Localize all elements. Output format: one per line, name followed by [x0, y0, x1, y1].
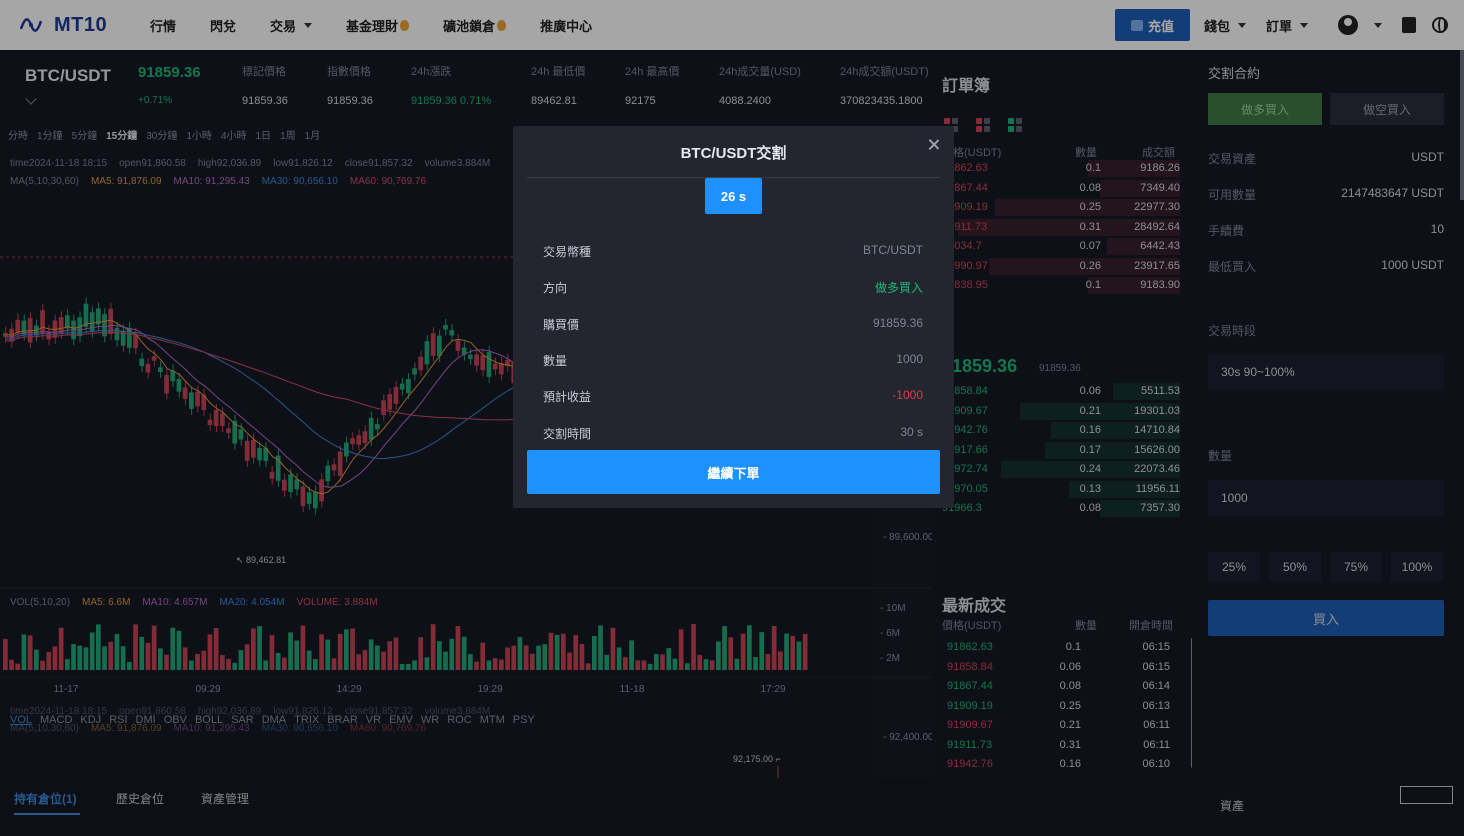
detail-value: BTC/USDT — [863, 243, 923, 257]
detail-label: 預計收益 — [543, 390, 592, 405]
app: MT10 行情 閃兌 交易 基金理財 礦池鎖倉 推廣中心 充值 錢包 訂單 BTC/USD… — [0, 0, 1464, 836]
countdown-badge: 26 s — [705, 178, 762, 214]
detail-value: 做多買入 — [874, 281, 923, 296]
detail-label: 交易幣種 — [543, 245, 592, 259]
detail-value: 30 s — [900, 424, 923, 439]
detail-value: 1000 — [896, 351, 923, 366]
detail-value: -1000 — [892, 388, 923, 403]
continue-order-button[interactable]: 繼續下單 — [527, 450, 940, 494]
detail-value: 91859.36 — [872, 315, 923, 330]
close-icon[interactable] — [927, 138, 941, 152]
detail-label: 方向 — [543, 281, 568, 296]
dialog-title: BTC/USDT交割 — [680, 145, 787, 162]
settlement-dialog: BTC/USDT交割 26 s 交易幣種 BTC/USDT 方向 做多買入購買價 918… — [513, 126, 954, 508]
detail-label: 交割時間 — [543, 426, 592, 441]
detail-label: 數量 — [543, 353, 568, 368]
detail-label: 購買價 — [543, 317, 580, 332]
